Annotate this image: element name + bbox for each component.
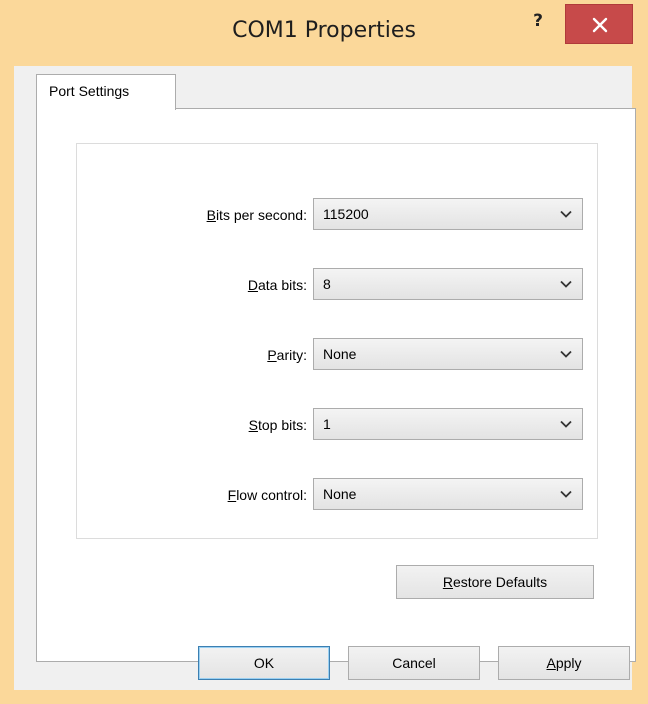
bits-per-second-select[interactable]: 115200 [313,198,583,230]
title-bar[interactable]: COM1 Properties ? [0,0,648,66]
chevron-down-icon [560,350,572,358]
data-bits-value: 8 [323,276,331,292]
close-button[interactable] [565,4,633,44]
chevron-down-icon [560,490,572,498]
setting-row-stop-bits: Stop bits: 1 [77,408,597,442]
tab-port-settings[interactable]: Port Settings [36,74,176,110]
dialog-window: COM1 Properties ? Port Settings Bits per… [0,0,648,704]
chevron-down-icon [560,280,572,288]
bits-per-second-label: Bits per second: [206,207,307,223]
dialog-body: Port Settings Bits per second: 115200 Da… [14,66,636,690]
setting-row-flow-control: Flow control: None [77,478,597,512]
flow-control-label: Flow control: [227,487,307,503]
chevron-down-icon [560,210,572,218]
parity-select[interactable]: None [313,338,583,370]
flow-control-value: None [323,486,357,502]
close-icon [592,17,608,33]
data-bits-label: Data bits: [247,277,307,293]
parity-label: Parity: [267,347,307,363]
flow-control-select[interactable]: None [313,478,583,510]
ok-button[interactable]: OK [198,646,330,680]
help-button[interactable]: ? [518,8,558,38]
parity-value: None [323,346,357,362]
stop-bits-label: Stop bits: [248,417,307,433]
data-bits-select[interactable]: 8 [313,268,583,300]
setting-row-parity: Parity: None [77,338,597,372]
chevron-down-icon [560,420,572,428]
tab-label: Port Settings [49,83,130,99]
cancel-button[interactable]: Cancel [348,646,480,680]
apply-button[interactable]: Apply [498,646,630,680]
restore-defaults-button[interactable]: Restore Defaults [396,565,594,599]
bits-per-second-value: 115200 [323,206,369,222]
settings-group: Bits per second: 115200 Data bits: 8 Par… [76,143,598,539]
port-settings-panel: Bits per second: 115200 Data bits: 8 Par… [36,108,636,662]
stop-bits-value: 1 [323,416,331,432]
setting-row-bits-per-second: Bits per second: 115200 [77,198,597,232]
setting-row-data-bits: Data bits: 8 [77,268,597,302]
stop-bits-select[interactable]: 1 [313,408,583,440]
